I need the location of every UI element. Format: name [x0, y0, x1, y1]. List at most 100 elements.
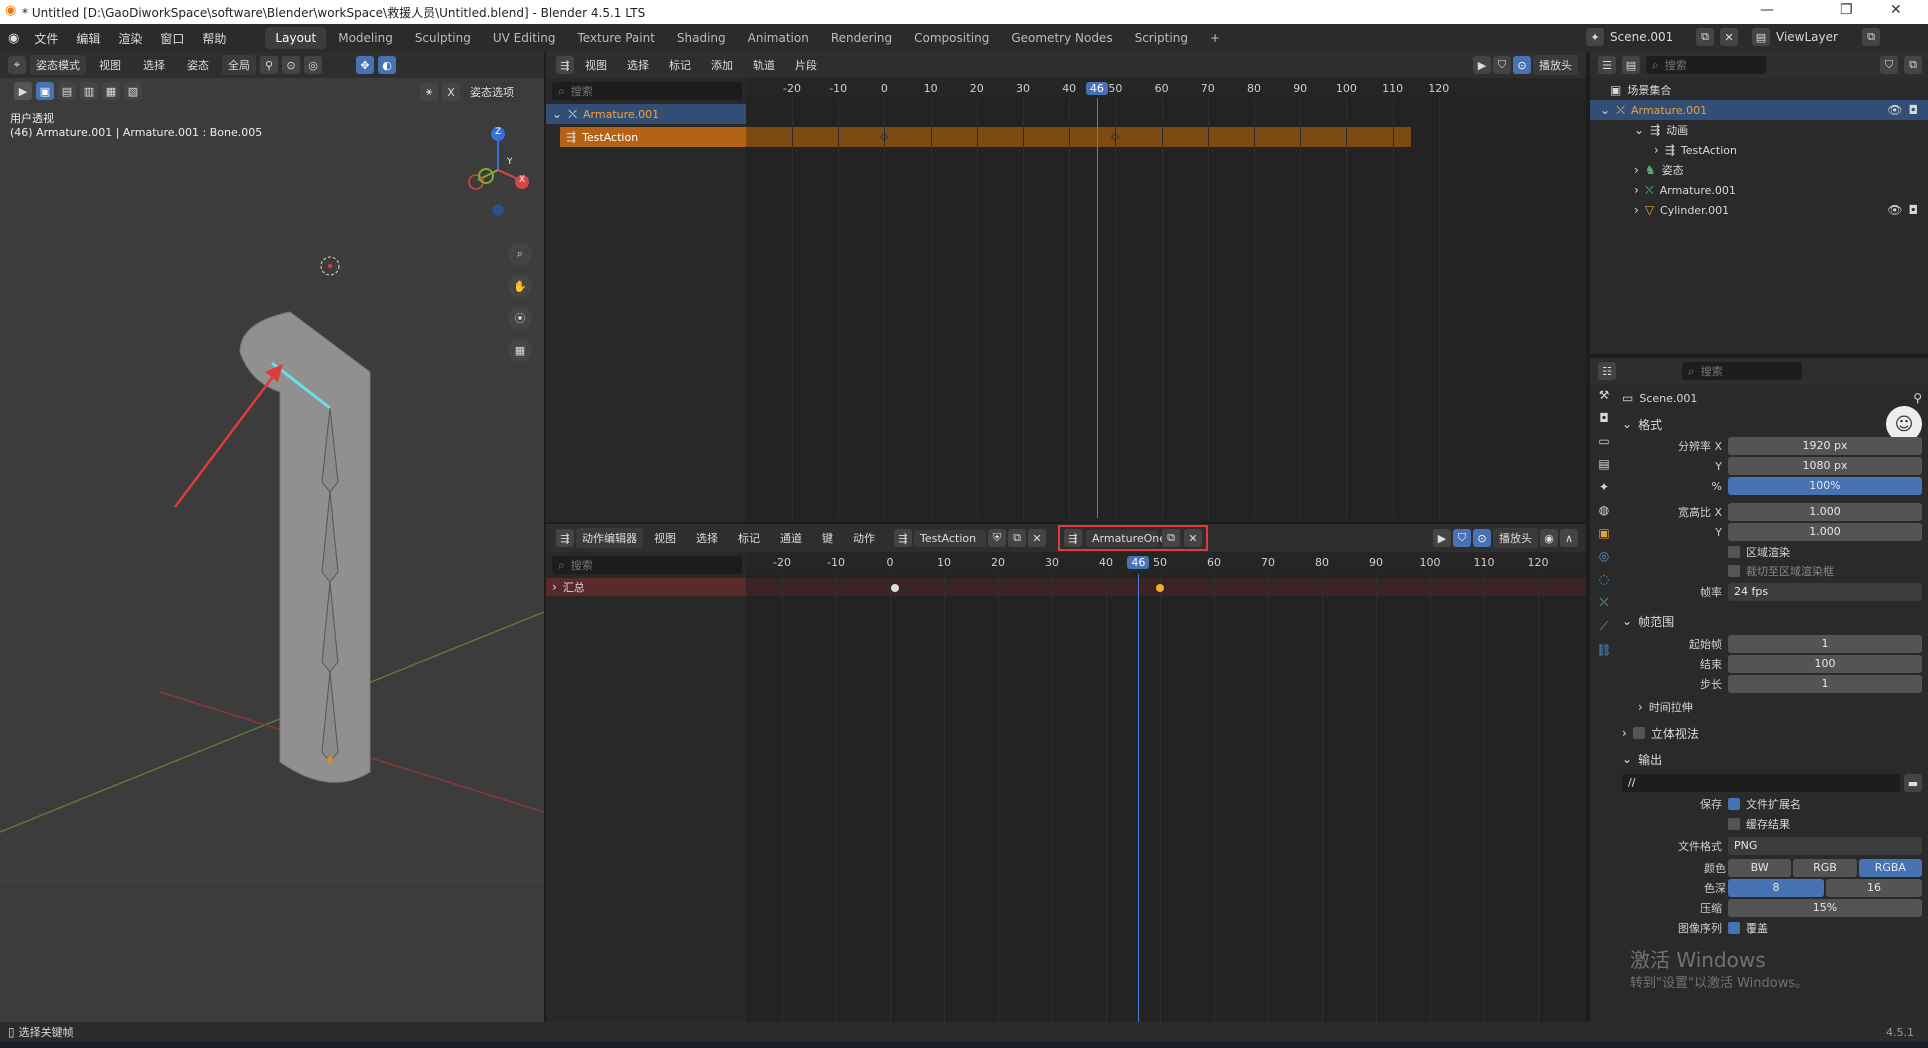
nla-menu-add[interactable]: 添加 — [702, 57, 742, 73]
duplicate-action-icon[interactable]: ⧉ — [1008, 529, 1026, 547]
dopesheet-menu-select[interactable]: 选择 — [687, 530, 727, 546]
aspect-x-field[interactable]: 1.000 — [1728, 503, 1922, 521]
frame-start-field[interactable]: 1 — [1728, 635, 1922, 653]
output-section-header[interactable]: ⌄ 输出 — [1622, 746, 1922, 772]
menu-file[interactable]: 文件 — [25, 30, 67, 47]
outliner-item-cylinder[interactable]: › ▽ Cylinder.001 👁 ◘ — [1590, 200, 1928, 220]
tab-animation[interactable]: Animation — [738, 27, 819, 49]
scene-name-field[interactable]: Scene.001 — [1610, 30, 1690, 44]
dopesheet-menu-action[interactable]: 动作 — [844, 530, 884, 546]
tab-scripting[interactable]: Scripting — [1125, 27, 1198, 49]
chevron-right-icon[interactable]: › — [552, 580, 557, 594]
resolution-x-field[interactable]: 1920 px — [1728, 437, 1922, 455]
nla-filter-selected-icon[interactable]: ▶ — [1473, 56, 1491, 74]
nla-track-armature[interactable]: ⌄ ⛌ Armature.001 — [546, 104, 746, 124]
scene-tab-icon[interactable]: ✦ — [1599, 480, 1609, 494]
keyframe-marker[interactable] — [1156, 584, 1164, 592]
viewlayer-name-field[interactable]: ViewLayer — [1776, 30, 1856, 44]
dopesheet-timeline[interactable]: -20 -10 0 10 20 30 40 50 60 70 80 90 100 110 120 46 — [746, 552, 1586, 1022]
chevron-right-icon[interactable]: › — [1634, 203, 1639, 217]
action-browse-icon[interactable]: ⇶ — [894, 529, 912, 547]
color-rgb-button[interactable]: RGB — [1793, 859, 1857, 877]
editor-mode-dropdown[interactable]: 动作编辑器 — [576, 528, 643, 548]
nla-editor-type-icon[interactable]: ⇶ — [556, 56, 574, 74]
frame-range-section-header[interactable]: ⌄ 帧范围 — [1622, 608, 1922, 634]
playhead-line[interactable] — [1096, 98, 1098, 518]
current-frame-badge[interactable]: 46 — [1127, 556, 1150, 569]
color-bw-button[interactable]: BW — [1728, 859, 1792, 877]
nla-menu-marker[interactable]: 标记 — [660, 57, 700, 73]
frame-end-field[interactable]: 100 — [1728, 655, 1922, 673]
outliner-item-armature[interactable]: ⌄ ⛌ Armature.001 👁 ◘ — [1590, 100, 1928, 120]
constraints-tab-icon[interactable]: ◌ — [1599, 572, 1609, 586]
tab-sculpting[interactable]: Sculpting — [405, 27, 481, 49]
pan-hand-icon[interactable]: ✋ — [508, 274, 532, 298]
time-stretch-header[interactable]: › 时间拉伸 — [1622, 694, 1922, 720]
render-tab-icon[interactable]: ◘ — [1599, 411, 1609, 425]
dopesheet-menu-channel[interactable]: 通道 — [771, 530, 811, 546]
slot-browse-icon[interactable]: ⇶ — [1064, 529, 1082, 547]
outliner-search-field[interactable]: ⌕ 搜索 — [1646, 56, 1766, 74]
playhead-line[interactable] — [1138, 574, 1140, 1022]
action-name-field[interactable]: TestAction — [914, 529, 986, 547]
nla-track-action[interactable]: ⇶ TestAction — [560, 127, 746, 147]
nla-menu-strip[interactable]: 片段 — [786, 57, 826, 73]
dopesheet-search-field[interactable]: ⌕ 搜索 — [552, 556, 742, 574]
visibility-eye-icon[interactable]: 👁 — [1887, 103, 1902, 117]
nla-editor[interactable]: ⇶ 视图 选择 标记 添加 轨道 片段 ▶ ⛉ ⊙ 播放头 ⌕ 搜索 ⌄ ⛌ Ar… — [546, 52, 1586, 522]
minimize-button[interactable]: — — [1760, 2, 1774, 18]
3d-viewport[interactable]: ⌖ 姿态模式 视图 选择 姿态 全局 ⚲ ⊙ ◎ ✥ ◐ ▶ ▣ ▤ ▥ ▦ ▧… — [0, 52, 544, 1022]
dopesheet-selected-only-icon[interactable]: ▶ — [1433, 529, 1451, 547]
proportional-edit-icon[interactable]: ◉ — [1540, 529, 1558, 547]
nla-filter-icon[interactable]: ⛉ — [1493, 56, 1511, 74]
compression-slider[interactable]: 15% — [1728, 899, 1922, 917]
render-camera-icon[interactable]: ◘ — [1909, 203, 1919, 217]
resolution-y-field[interactable]: 1080 px — [1728, 457, 1922, 475]
falloff-icon[interactable]: ∧ — [1560, 529, 1578, 547]
action-editor[interactable]: ⇶ 动作编辑器 视图 选择 标记 通道 键 动作 ⇶ TestAction ⛨ … — [546, 524, 1586, 1022]
add-workspace-button[interactable]: + — [1200, 27, 1230, 49]
tab-uv-editing[interactable]: UV Editing — [483, 27, 566, 49]
chevron-down-icon[interactable]: ⌄ — [1600, 103, 1610, 117]
outliner-filter-icon[interactable]: ⛉ — [1880, 56, 1898, 74]
tab-texture-paint[interactable]: Texture Paint — [567, 27, 664, 49]
nla-snap-icon[interactable]: ⊙ — [1513, 56, 1531, 74]
menu-help[interactable]: 帮助 — [193, 30, 235, 47]
aspect-y-field[interactable]: 1.000 — [1728, 523, 1922, 541]
nla-menu-track[interactable]: 轨道 — [744, 57, 784, 73]
new-collection-icon[interactable]: ⧉ — [1904, 56, 1922, 74]
file-extension-checkbox[interactable] — [1728, 798, 1740, 810]
outliner-item-animation[interactable]: ⌄ ⇶ 动画 — [1590, 120, 1928, 140]
crop-region-checkbox[interactable] — [1728, 565, 1740, 577]
outliner[interactable]: ☰ ▤ ⌕ 搜索 ⛉ ⧉ ▣ 场景集合 ⌄ ⛌ Armature.001 👁 ◘ ⌄ ⇶… — [1590, 52, 1928, 354]
outliner-item-pose[interactable]: › ♞ 姿态 — [1590, 160, 1928, 180]
nla-menu-view[interactable]: 视图 — [576, 57, 616, 73]
world-tab-icon[interactable]: ◍ — [1599, 503, 1609, 517]
camera-view-icon[interactable]: ⦿ — [508, 306, 532, 330]
tab-geometry-nodes[interactable]: Geometry Nodes — [1001, 27, 1122, 49]
chevron-right-icon[interactable]: › — [1654, 143, 1659, 157]
unlink-action-icon[interactable]: ✕ — [1028, 529, 1046, 547]
duplicate-slot-icon[interactable]: ⧉ — [1162, 529, 1180, 547]
cache-result-checkbox[interactable] — [1728, 818, 1740, 830]
zoom-icon[interactable]: ⌕ — [508, 242, 532, 266]
physics-tab-icon[interactable]: ◎ — [1599, 549, 1609, 563]
new-scene-icon[interactable]: ⧉ — [1696, 28, 1714, 46]
frame-step-field[interactable]: 1 — [1728, 675, 1922, 693]
folder-browse-icon[interactable]: ▬ — [1904, 774, 1922, 792]
output-tab-icon[interactable]: ▭ — [1598, 434, 1609, 448]
keyframe-marker[interactable] — [891, 584, 900, 592]
region-render-row[interactable]: 区域渲染 — [1622, 542, 1922, 562]
action-slot-field[interactable]: ArmatureOne — [1086, 529, 1166, 547]
chevron-down-icon[interactable]: ⌄ — [1634, 123, 1644, 137]
file-format-dropdown[interactable]: PNG — [1728, 837, 1922, 855]
chevron-right-icon[interactable]: › — [1634, 163, 1639, 177]
pin-icon[interactable]: ⚲ — [1913, 391, 1922, 405]
overwrite-checkbox[interactable] — [1728, 922, 1740, 934]
armature-tab-icon[interactable]: ⛌ — [1600, 595, 1609, 610]
outliner-editor-type-icon[interactable]: ☰ — [1598, 56, 1616, 74]
chevron-right-icon[interactable]: › — [1634, 183, 1639, 197]
menu-edit[interactable]: 编辑 — [67, 30, 109, 47]
chevron-down-icon[interactable]: ⌄ — [552, 107, 562, 121]
outliner-display-mode-icon[interactable]: ▤ — [1622, 56, 1640, 74]
